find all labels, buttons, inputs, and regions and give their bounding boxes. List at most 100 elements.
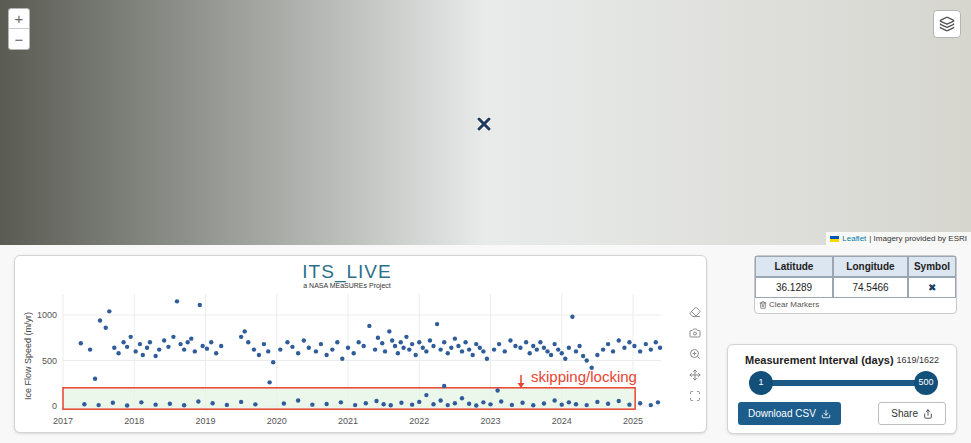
- data-point[interactable]: [196, 399, 200, 403]
- data-point[interactable]: [93, 377, 97, 381]
- data-point[interactable]: [296, 351, 300, 355]
- data-point[interactable]: [584, 403, 588, 407]
- data-point[interactable]: [627, 340, 631, 344]
- data-point[interactable]: [111, 401, 115, 405]
- data-point[interactable]: [346, 346, 350, 350]
- data-point[interactable]: [435, 322, 439, 326]
- data-point[interactable]: [581, 354, 585, 358]
- data-point[interactable]: [239, 400, 243, 404]
- data-point[interactable]: [470, 353, 474, 357]
- data-point[interactable]: [574, 349, 578, 353]
- data-point[interactable]: [401, 346, 405, 350]
- zoom-out-button[interactable]: −: [9, 29, 29, 49]
- data-point[interactable]: [282, 401, 286, 405]
- data-point[interactable]: [214, 351, 218, 355]
- data-point[interactable]: [542, 346, 546, 350]
- data-point[interactable]: [421, 346, 425, 350]
- data-point[interactable]: [82, 402, 86, 406]
- data-point[interactable]: [145, 346, 149, 350]
- data-point[interactable]: [88, 347, 92, 351]
- data-point[interactable]: [499, 399, 503, 403]
- data-point[interactable]: [535, 347, 539, 351]
- data-point[interactable]: [460, 396, 464, 400]
- data-point[interactable]: [266, 349, 270, 353]
- data-point[interactable]: [112, 346, 116, 350]
- data-point[interactable]: [654, 340, 658, 344]
- data-point[interactable]: [656, 400, 660, 404]
- data-point[interactable]: [649, 403, 653, 407]
- data-point[interactable]: [225, 403, 229, 407]
- speed-chart[interactable]: skipping/locking050010002017201820192020…: [15, 290, 679, 431]
- data-point[interactable]: [481, 349, 485, 353]
- data-point[interactable]: [488, 402, 492, 406]
- data-point[interactable]: [442, 384, 446, 388]
- data-point[interactable]: [617, 399, 621, 403]
- data-point[interactable]: [193, 349, 197, 353]
- data-point[interactable]: [622, 346, 626, 350]
- data-point[interactable]: [570, 315, 574, 319]
- data-point[interactable]: [606, 342, 610, 346]
- data-point[interactable]: [324, 353, 328, 357]
- data-point[interactable]: [442, 340, 446, 344]
- interval-slider[interactable]: 1500: [761, 370, 926, 396]
- data-point[interactable]: [361, 344, 365, 348]
- data-point[interactable]: [453, 401, 457, 405]
- data-point[interactable]: [178, 342, 182, 346]
- data-point[interactable]: [431, 402, 435, 406]
- data-point[interactable]: [79, 341, 83, 345]
- data-point[interactable]: [125, 345, 129, 349]
- data-point[interactable]: [520, 401, 524, 405]
- data-point[interactable]: [538, 340, 542, 344]
- data-point[interactable]: [595, 400, 599, 404]
- data-point[interactable]: [513, 344, 517, 348]
- data-point[interactable]: [474, 403, 478, 407]
- data-point[interactable]: [638, 349, 642, 353]
- data-point[interactable]: [290, 345, 294, 349]
- data-point[interactable]: [185, 340, 189, 344]
- data-point[interactable]: [153, 354, 157, 358]
- data-point[interactable]: [141, 353, 145, 357]
- data-point[interactable]: [527, 351, 531, 355]
- data-point[interactable]: [168, 402, 172, 406]
- data-point[interactable]: [560, 402, 564, 406]
- data-point[interactable]: [257, 353, 261, 357]
- data-point[interactable]: [644, 342, 648, 346]
- camera-icon[interactable]: [689, 327, 701, 339]
- data-point[interactable]: [577, 344, 581, 348]
- data-point[interactable]: [383, 349, 387, 353]
- data-point[interactable]: [410, 402, 414, 406]
- data-point[interactable]: [497, 342, 501, 346]
- data-point[interactable]: [563, 356, 567, 360]
- data-point[interactable]: [567, 346, 571, 350]
- share-button[interactable]: Share: [878, 402, 946, 425]
- data-point[interactable]: [128, 335, 132, 339]
- data-point[interactable]: [467, 402, 471, 406]
- data-point[interactable]: [393, 344, 397, 348]
- data-point[interactable]: [210, 401, 214, 405]
- data-point[interactable]: [413, 353, 417, 357]
- leaflet-link[interactable]: Leaflet: [842, 233, 866, 244]
- data-point[interactable]: [330, 347, 334, 351]
- data-point[interactable]: [200, 344, 204, 348]
- data-point[interactable]: [246, 340, 250, 344]
- data-point[interactable]: [601, 347, 605, 351]
- data-point[interactable]: [302, 338, 306, 342]
- data-point[interactable]: [658, 346, 662, 350]
- data-point[interactable]: [219, 344, 223, 348]
- data-point[interactable]: [262, 342, 266, 346]
- data-point[interactable]: [552, 342, 556, 346]
- zoom-icon[interactable]: [689, 348, 701, 360]
- data-point[interactable]: [478, 346, 482, 350]
- data-point[interactable]: [485, 356, 489, 360]
- data-point[interactable]: [182, 347, 186, 351]
- data-point[interactable]: [373, 347, 377, 351]
- data-point[interactable]: [367, 324, 371, 328]
- data-point[interactable]: [510, 403, 514, 407]
- map[interactable]: +−Leaflet| Imagery provided by ESRI: [0, 0, 971, 245]
- data-point[interactable]: [353, 403, 357, 407]
- data-point[interactable]: [339, 400, 343, 404]
- data-point[interactable]: [460, 349, 464, 353]
- data-point[interactable]: [424, 349, 428, 353]
- data-point[interactable]: [296, 398, 300, 402]
- data-point[interactable]: [381, 402, 385, 406]
